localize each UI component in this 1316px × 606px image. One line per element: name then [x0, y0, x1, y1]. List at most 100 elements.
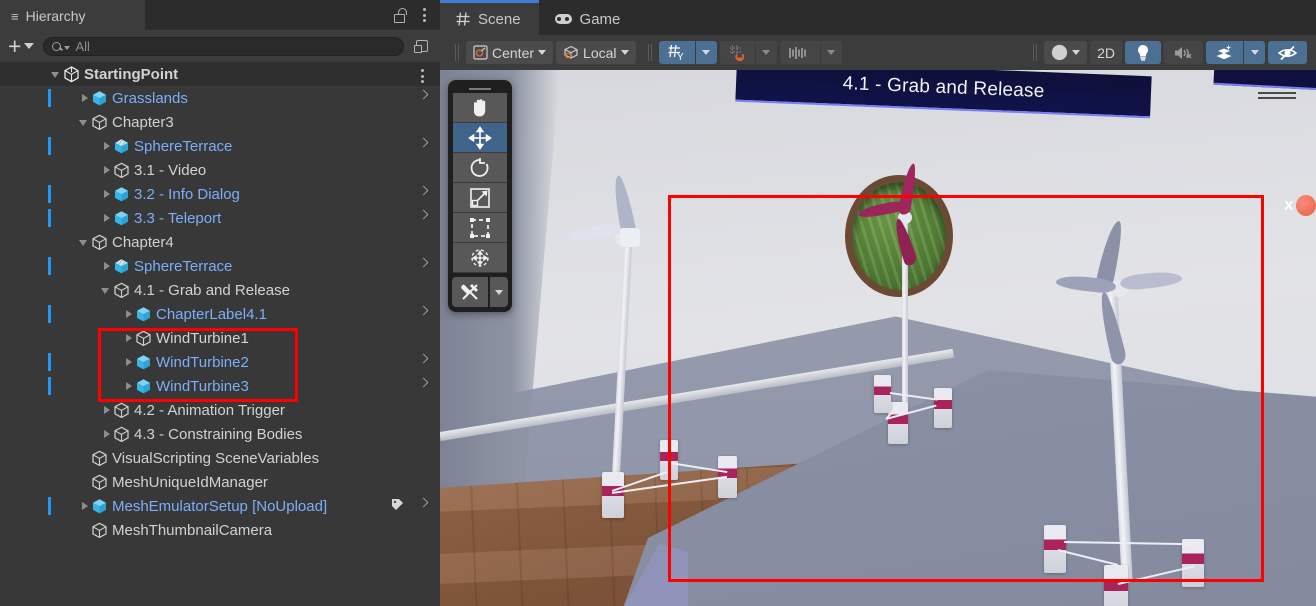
palette-drag-handle[interactable] [469, 85, 491, 95]
hierarchy-row[interactable]: MeshEmulatorSetup [NoUpload] [0, 494, 440, 518]
gameobject-cube-icon [113, 426, 130, 443]
expand-toggle-icon[interactable] [122, 380, 135, 393]
expand-toggle-icon[interactable] [78, 116, 91, 129]
open-prefab-chevron-icon[interactable] [418, 137, 429, 148]
hierarchy-row-label: MeshThumbnailCamera [112, 521, 273, 539]
custom-tool-button[interactable] [452, 277, 488, 307]
magnet-snap-dropdown[interactable] [755, 41, 777, 64]
transform-tool[interactable] [453, 243, 507, 273]
rotate-tool[interactable] [453, 153, 507, 183]
rect-tool[interactable] [453, 213, 507, 243]
axis-gizmo[interactable]: X [1284, 195, 1316, 216]
expand-toggle-icon[interactable] [100, 404, 113, 417]
expand-toggle-icon[interactable] [100, 212, 113, 225]
expand-toggle-icon[interactable] [100, 284, 113, 297]
open-prefab-chevron-icon[interactable] [418, 377, 429, 388]
expand-toggle-icon[interactable] [78, 236, 91, 249]
hierarchy-row[interactable]: WindTurbine3 [0, 374, 440, 398]
view-2d-toggle[interactable]: 2D [1090, 41, 1122, 64]
chapter-banner-label: 4.1 - Grab and Release [842, 72, 1045, 103]
hierarchy-row[interactable]: 3.2 - Info Dialog [0, 182, 440, 206]
hierarchy-row[interactable]: Grasslands [0, 86, 440, 110]
expand-toggle-icon [78, 476, 91, 489]
increment-snap-dropdown[interactable] [820, 41, 842, 64]
open-prefab-chevron-icon[interactable] [418, 353, 429, 364]
hierarchy-row[interactable]: 4.1 - Grab and Release [0, 278, 440, 302]
hierarchy-row[interactable]: SphereTerrace [0, 254, 440, 278]
search-input[interactable]: All [43, 36, 404, 56]
tab-scene[interactable]: Scene [440, 0, 539, 35]
effects-toggle[interactable] [1206, 41, 1243, 64]
custom-tool-dropdown[interactable] [490, 277, 508, 307]
lock-icon[interactable] [394, 7, 407, 23]
hierarchy-row[interactable]: MeshUniqueIdManager [0, 470, 440, 494]
open-prefab-chevron-icon[interactable] [418, 209, 429, 220]
open-prefab-chevron-icon[interactable] [418, 185, 429, 196]
row-menu-icon[interactable] [419, 67, 426, 85]
hierarchy-row[interactable]: WindTurbine2 [0, 350, 440, 374]
kebab-menu-icon[interactable] [421, 6, 428, 24]
tab-hierarchy[interactable]: ≡ Hierarchy [0, 0, 145, 30]
shading-mode-button[interactable] [1044, 41, 1088, 64]
open-prefab-chevron-icon[interactable] [418, 305, 429, 316]
chevron-down-icon [538, 50, 547, 55]
expand-toggle-icon[interactable] [122, 308, 135, 321]
grid-snap-button[interactable]: Y [658, 41, 695, 64]
hierarchy-row[interactable]: StartingPoint [0, 62, 440, 86]
space-mode-button[interactable]: Local [556, 41, 636, 64]
open-prefab-chevron-icon[interactable] [418, 89, 429, 100]
add-object-button[interactable]: + [8, 35, 35, 58]
hierarchy-row[interactable]: 4.3 - Constraining Bodies [0, 422, 440, 446]
hierarchy-row[interactable]: 4.2 - Animation Trigger [0, 398, 440, 422]
gameobject-cube-icon [113, 402, 130, 419]
audio-toggle[interactable] [1164, 41, 1203, 64]
expand-toggle-icon[interactable] [78, 92, 91, 105]
increment-snap-button[interactable] [779, 41, 820, 64]
popout-window-icon[interactable] [414, 37, 433, 56]
hierarchy-row-label: 3.2 - Info Dialog [134, 185, 240, 203]
expand-toggle-icon[interactable] [100, 188, 113, 201]
expand-toggle-icon[interactable] [100, 140, 113, 153]
hierarchy-row[interactable]: SphereTerrace [0, 134, 440, 158]
hierarchy-row[interactable]: VisualScripting SceneVariables [0, 446, 440, 470]
move-tool[interactable] [453, 123, 507, 153]
expand-toggle-icon[interactable] [100, 164, 113, 177]
tab-game[interactable]: Game [539, 0, 639, 35]
scale-tool[interactable] [453, 183, 507, 213]
effects-dropdown[interactable] [1244, 41, 1265, 64]
magnet-snap-button[interactable] [719, 41, 755, 64]
expand-toggle-icon[interactable] [122, 356, 135, 369]
gameobject-cube-icon [135, 330, 152, 347]
hierarchy-row[interactable]: ChapterLabel4.1 [0, 302, 440, 326]
hierarchy-row[interactable]: Chapter4 [0, 230, 440, 254]
hierarchy-row-label: 3.3 - Teleport [134, 209, 222, 227]
hierarchy-row[interactable]: 3.3 - Teleport [0, 206, 440, 230]
hierarchy-row-label: 4.3 - Constraining Bodies [134, 425, 303, 443]
scene-viewport[interactable]: 4.1 - Grab and Release X [440, 70, 1316, 606]
hierarchy-row[interactable]: MeshThumbnailCamera [0, 518, 440, 542]
axis-x-handle[interactable] [1296, 195, 1316, 216]
expand-toggle-icon[interactable] [122, 332, 135, 345]
magnet-snap-icon [729, 45, 744, 61]
expand-toggle-icon[interactable] [100, 260, 113, 273]
hand-tool[interactable] [453, 93, 507, 123]
hierarchy-row[interactable]: Chapter3 [0, 110, 440, 134]
open-prefab-chevron-icon[interactable] [418, 497, 429, 508]
prefab-cube-icon [91, 498, 108, 515]
space-mode-label: Local [583, 44, 617, 61]
lighting-toggle[interactable] [1125, 41, 1161, 64]
expand-toggle-icon[interactable] [100, 428, 113, 441]
hidden-objects-toggle[interactable] [1268, 41, 1307, 64]
open-prefab-chevron-icon[interactable] [418, 257, 429, 268]
scene-tabbar: Scene Game [440, 0, 1316, 35]
chevron-down-icon [1250, 50, 1259, 55]
hierarchy-row[interactable]: WindTurbine1 [0, 326, 440, 350]
hierarchy-row-label: 4.1 - Grab and Release [134, 281, 290, 299]
expand-toggle-icon[interactable] [78, 500, 91, 513]
pivot-mode-button[interactable]: Center [466, 41, 554, 64]
expand-toggle-icon[interactable] [50, 68, 63, 81]
grid-snap-dropdown[interactable] [695, 41, 717, 64]
move-arrows-icon [468, 125, 492, 150]
hierarchy-tree[interactable]: StartingPoint Grasslands Chapter3 SphereTer… [0, 62, 440, 606]
hierarchy-row[interactable]: 3.1 - Video [0, 158, 440, 182]
